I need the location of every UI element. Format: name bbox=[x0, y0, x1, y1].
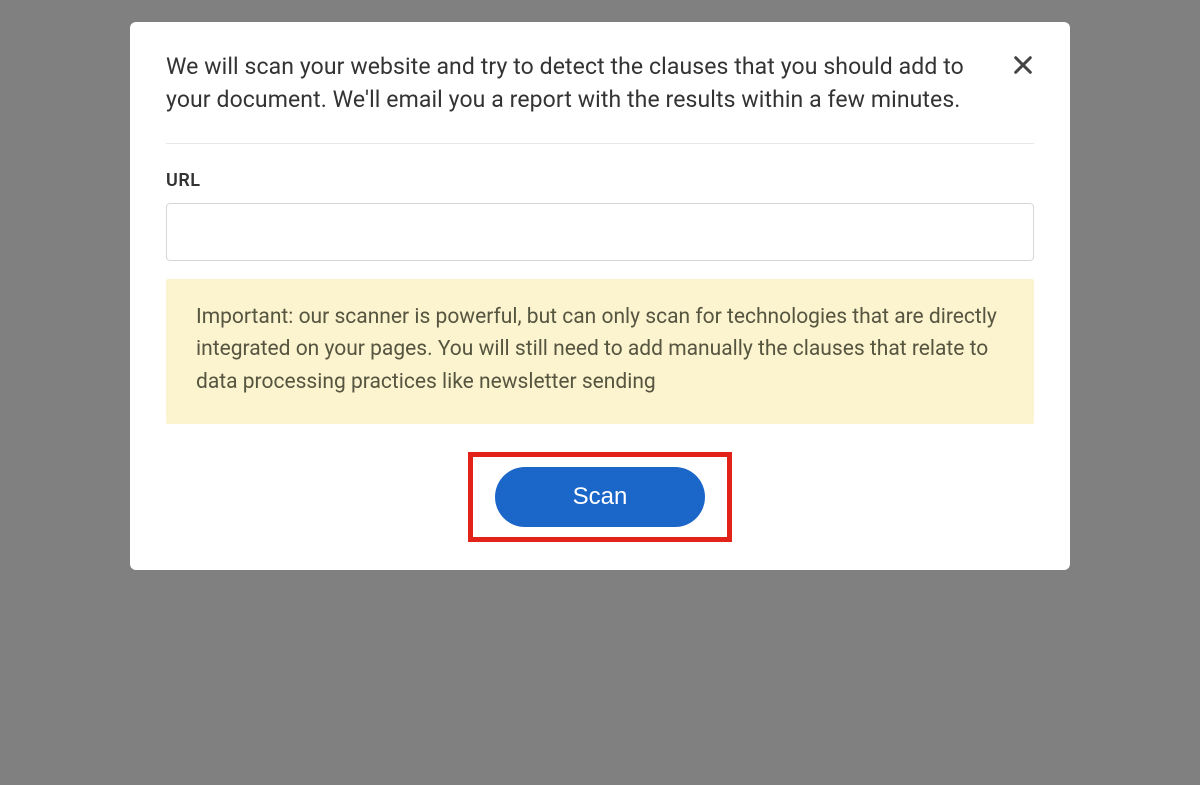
important-notice: Important: our scanner is powerful, but … bbox=[166, 279, 1034, 425]
notice-text: Important: our scanner is powerful, but … bbox=[196, 301, 1004, 399]
scan-button[interactable]: Scan bbox=[495, 467, 705, 527]
close-button[interactable] bbox=[1006, 48, 1040, 82]
modal-header: We will scan your website and try to det… bbox=[166, 50, 1034, 117]
scan-modal: We will scan your website and try to det… bbox=[130, 22, 1070, 570]
url-input[interactable] bbox=[166, 203, 1034, 261]
annotation-highlight: Scan bbox=[468, 452, 732, 542]
modal-description: We will scan your website and try to det… bbox=[166, 50, 986, 117]
modal-actions: Scan bbox=[166, 452, 1034, 542]
divider bbox=[166, 143, 1034, 144]
close-icon bbox=[1012, 54, 1034, 76]
url-label: URL bbox=[166, 170, 1034, 191]
